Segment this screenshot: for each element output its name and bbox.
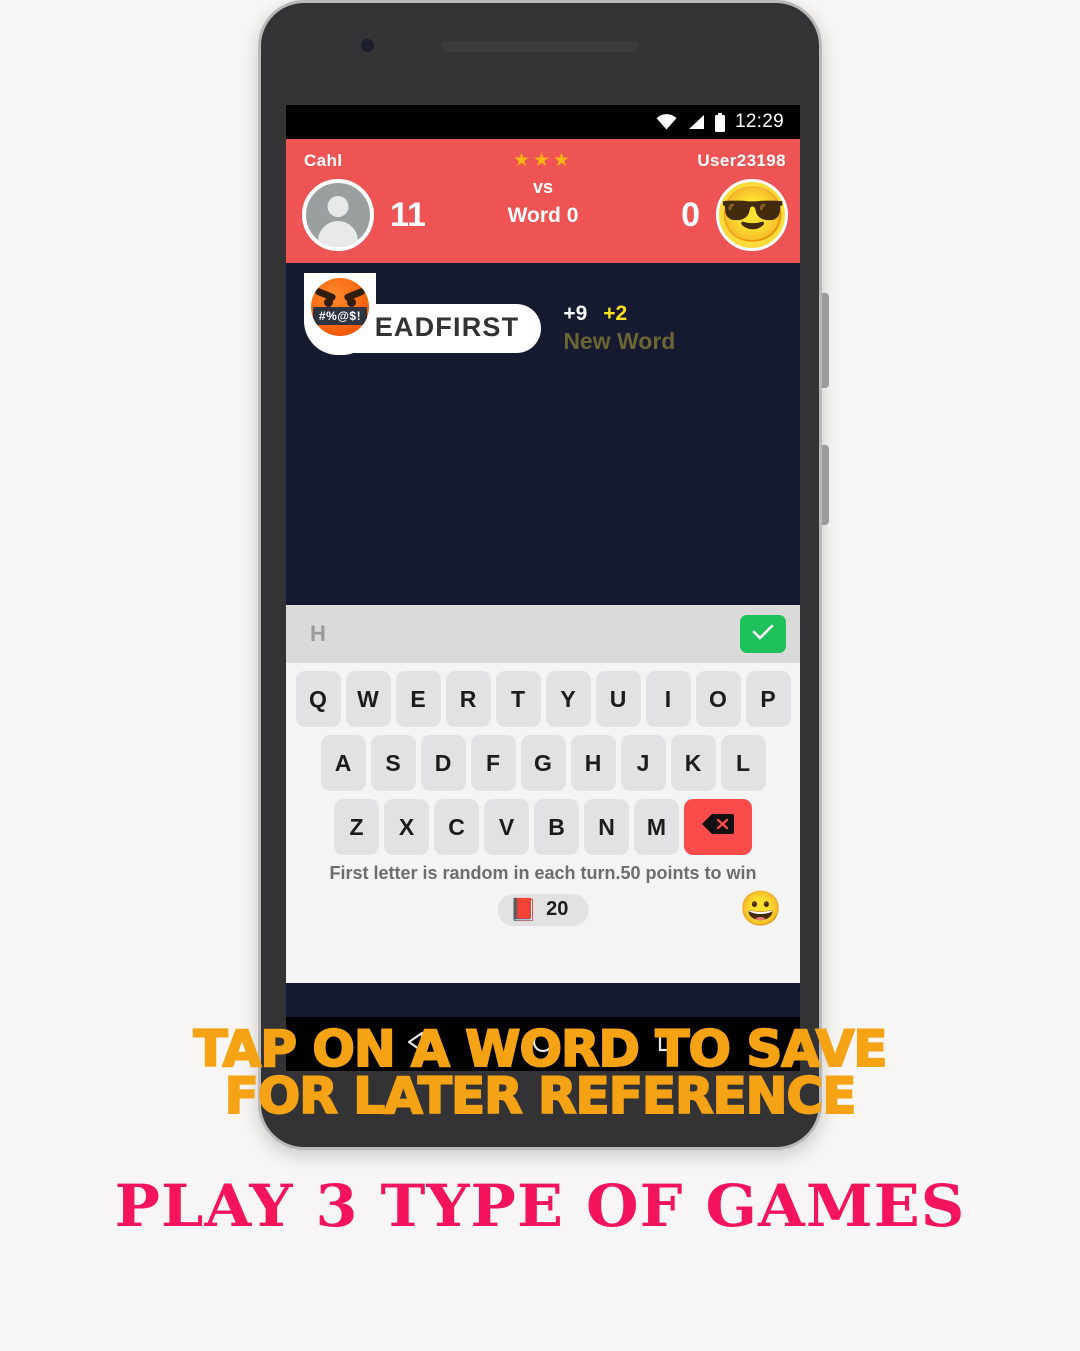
key-t[interactable]: T: [495, 671, 541, 727]
left-player-avatar[interactable]: [302, 179, 374, 251]
key-q[interactable]: Q: [295, 671, 341, 727]
signal-icon: [686, 114, 705, 130]
key-k[interactable]: K: [670, 735, 716, 791]
promo-headline: PLAY 3 TYPE OF GAMES: [114, 1172, 966, 1240]
volume-button[interactable]: [822, 293, 829, 388]
dictionary-counter[interactable]: 📕 20: [497, 894, 589, 926]
keyboard-row-1: Q W E R T Y U I O P: [286, 671, 800, 727]
key-j[interactable]: J: [620, 735, 666, 791]
key-p[interactable]: P: [745, 671, 791, 727]
status-bar: 12:29: [286, 105, 800, 139]
earpiece-speaker: [441, 41, 639, 52]
game-board: HEADFIRST +9 +2 New Word #%@$!: [286, 263, 800, 605]
backspace-icon: [701, 812, 735, 842]
promo-page: 12:29 Cahl 11 ★★★ vs Word 0 User23198 0 …: [0, 0, 1080, 1351]
word-points-base: +9: [563, 302, 588, 325]
keyboard-footer: 📕 20 😀: [286, 890, 800, 938]
key-v[interactable]: V: [484, 799, 529, 855]
word-author-avatar-card: #%@$!: [304, 273, 376, 355]
keyboard-row-2: A S D F G H J K L: [286, 735, 800, 791]
promo-caption-line1: TAP ON A WORD TO SAVE: [192, 1020, 888, 1078]
status-clock: 12:29: [734, 111, 784, 132]
key-f[interactable]: F: [470, 735, 516, 791]
key-g[interactable]: G: [520, 735, 566, 791]
check-icon: [752, 623, 774, 646]
key-y[interactable]: Y: [545, 671, 591, 727]
key-z[interactable]: Z: [334, 799, 379, 855]
eye-right: [347, 298, 356, 307]
score-header: Cahl 11 ★★★ vs Word 0 User23198 0 😎: [286, 139, 800, 263]
angry-swearing-emoji-icon: #%@$!: [311, 278, 369, 336]
key-s[interactable]: S: [370, 735, 416, 791]
submit-button[interactable]: [740, 615, 786, 653]
battery-icon: [714, 112, 726, 132]
left-player-panel: Cahl 11: [286, 139, 476, 251]
key-l[interactable]: L: [720, 735, 766, 791]
power-button[interactable]: [822, 445, 829, 525]
key-i[interactable]: I: [645, 671, 691, 727]
key-b[interactable]: B: [534, 799, 579, 855]
key-u[interactable]: U: [595, 671, 641, 727]
keyboard-hint: First letter is random in each turn.50 p…: [329, 863, 757, 883]
promo-caption-line2: FOR LATER REFERENCE: [224, 1066, 858, 1125]
key-c[interactable]: C: [434, 799, 479, 855]
right-player-name: User23198: [697, 151, 786, 170]
promo-caption: TAP ON A WORD TO SAVE FOR LATER REFERENC…: [0, 1020, 1080, 1125]
backspace-key[interactable]: [684, 799, 752, 855]
on-screen-keyboard: Q W E R T Y U I O P A S D F G H J K L Z …: [286, 663, 800, 983]
key-m[interactable]: M: [634, 799, 679, 855]
wifi-icon: [656, 114, 677, 130]
phone-frame: 12:29 Cahl 11 ★★★ vs Word 0 User23198 0 …: [258, 0, 829, 1150]
emoji-button[interactable]: 😀: [740, 892, 782, 926]
answer-input-bar: H: [286, 605, 800, 663]
word-score-info: +9 +2 New Word: [563, 302, 676, 355]
new-word-status: New Word: [563, 328, 676, 355]
key-o[interactable]: O: [695, 671, 741, 727]
key-a[interactable]: A: [320, 735, 366, 791]
right-player-avatar[interactable]: 😎: [716, 179, 788, 251]
key-r[interactable]: R: [445, 671, 491, 727]
phone-screen: 12:29 Cahl 11 ★★★ vs Word 0 User23198 0 …: [286, 105, 800, 1017]
answer-input[interactable]: H: [300, 621, 740, 647]
dictionary-count: 20: [546, 898, 569, 920]
front-camera-icon: [361, 39, 374, 52]
key-e[interactable]: E: [395, 671, 441, 727]
right-player-panel: User23198 0 😎: [610, 139, 800, 251]
right-player-score: 0: [681, 195, 700, 234]
keyboard-row-3: Z X C V B N M: [286, 799, 800, 855]
key-w[interactable]: W: [345, 671, 391, 727]
eye-left: [324, 298, 333, 307]
key-n[interactable]: N: [584, 799, 629, 855]
key-x[interactable]: X: [384, 799, 429, 855]
key-h[interactable]: H: [570, 735, 616, 791]
key-d[interactable]: D: [420, 735, 466, 791]
censor-text: #%@$!: [313, 307, 367, 325]
left-player-score: 11: [390, 195, 426, 234]
left-player-name: Cahl: [304, 151, 343, 170]
word-points-bonus: +2: [603, 302, 628, 325]
book-icon: 📕: [509, 896, 538, 922]
